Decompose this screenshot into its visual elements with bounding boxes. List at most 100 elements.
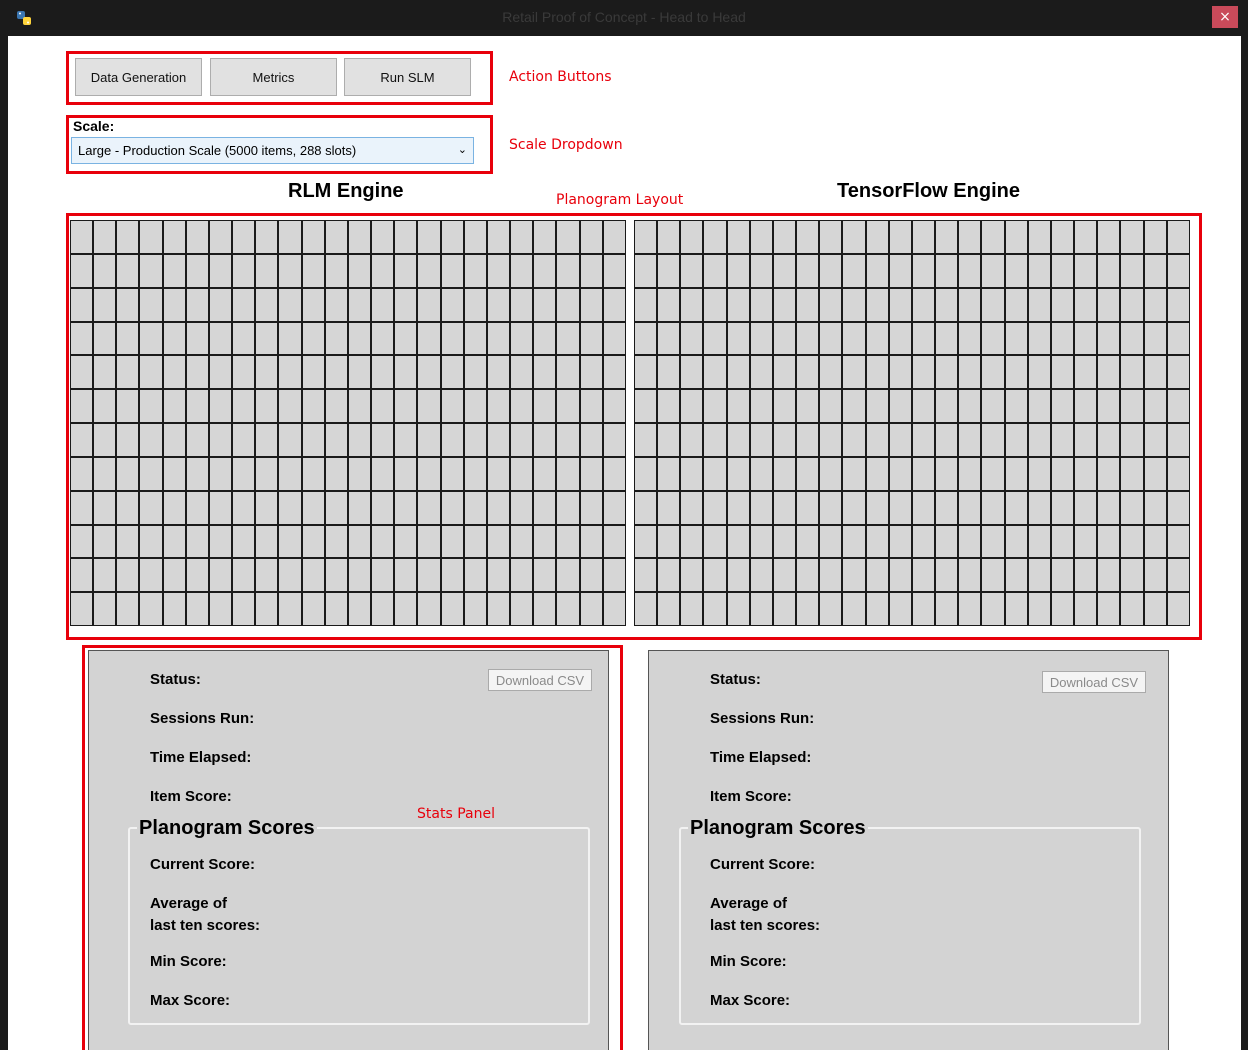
planogram-slot: [820, 593, 842, 625]
planogram-slot: [557, 424, 579, 456]
planogram-slot: [302, 390, 324, 422]
planogram-slot: [209, 525, 232, 558]
planogram-slot: [658, 593, 680, 625]
planogram-slot: [681, 593, 703, 625]
planogram-slot: [372, 424, 394, 456]
planogram-slot: [256, 525, 278, 558]
planogram-slot: [936, 525, 958, 558]
planogram-slot: [534, 525, 556, 558]
planogram-slot: [302, 356, 324, 389]
data-generation-button[interactable]: Data Generation: [75, 58, 202, 96]
planogram-slot: [635, 593, 657, 625]
planogram-slot: [534, 424, 556, 456]
planogram-slot: [635, 356, 657, 389]
download-csv-button[interactable]: Download CSV: [1042, 671, 1146, 693]
planogram-slot: [302, 457, 324, 490]
planogram-slot: [1121, 525, 1143, 558]
planogram-slot: [1028, 457, 1050, 490]
planogram-slot: [959, 390, 981, 422]
planogram-slot: [256, 254, 278, 287]
planogram-slot: [1075, 525, 1097, 558]
planogram-slot: [635, 525, 657, 558]
planogram-slot: [750, 525, 772, 558]
planogram-slot: [820, 390, 842, 422]
planogram-slot: [372, 221, 394, 253]
planogram-slot: [773, 593, 796, 625]
planogram-slot: [843, 559, 865, 592]
planogram-slot: [1028, 221, 1050, 253]
planogram-slot: [163, 254, 185, 287]
planogram-slot: [372, 457, 394, 490]
chevron-down-icon: ⌄: [457, 144, 467, 156]
planogram-slot: [372, 322, 394, 355]
planogram-slot: [889, 457, 911, 490]
planogram-slot: [1144, 457, 1166, 490]
planogram-slot: [658, 322, 680, 355]
planogram-slot: [209, 457, 232, 490]
planogram-slot: [1144, 593, 1166, 625]
planogram-slot: [325, 322, 347, 355]
planogram-slot: [279, 457, 301, 490]
planogram-slot: [302, 424, 324, 456]
planogram-slot: [557, 525, 579, 558]
planogram-slot: [418, 356, 440, 389]
planogram-slot: [773, 525, 796, 558]
planogram-slot: [256, 593, 278, 625]
planogram-slot: [1144, 288, 1166, 321]
planogram-slot: [1098, 593, 1120, 625]
planogram-slot: [557, 491, 579, 524]
planogram-slot: [1098, 525, 1120, 558]
planogram-slot: [1167, 390, 1189, 422]
planogram-slot: [464, 221, 486, 253]
planogram-slot: [140, 221, 162, 253]
planogram-slot: [464, 457, 486, 490]
planogram-slot: [511, 457, 533, 490]
planogram-slot: [94, 424, 116, 456]
planogram-slot: [557, 356, 579, 389]
planogram-slot: [325, 254, 347, 287]
planogram-slot: [635, 390, 657, 422]
planogram-slot: [912, 390, 935, 422]
planogram-slot: [256, 322, 278, 355]
planogram-slot: [889, 288, 911, 321]
planogram-slot: [959, 254, 981, 287]
planogram-slot: [372, 491, 394, 524]
planogram-slot: [279, 356, 301, 389]
scale-selected-value: Large - Production Scale (5000 items, 28…: [78, 143, 357, 158]
close-button[interactable]: ×: [1212, 6, 1238, 28]
planogram-slot: [797, 356, 819, 389]
planogram-slot: [487, 559, 510, 592]
planogram-slot: [580, 559, 602, 592]
planogram-slot: [117, 254, 139, 287]
planogram-slot: [1144, 322, 1166, 355]
planogram-slot: [1098, 221, 1120, 253]
planogram-slot: [681, 356, 703, 389]
planogram-slot: [302, 559, 324, 592]
planogram-slot: [209, 559, 232, 592]
planogram-slot: [94, 221, 116, 253]
planogram-slot: [233, 221, 255, 253]
planogram-slot: [750, 356, 772, 389]
planogram-slot: [704, 593, 726, 625]
planogram-slot: [797, 457, 819, 490]
scale-dropdown[interactable]: Large - Production Scale (5000 items, 28…: [71, 137, 474, 164]
run-slm-button[interactable]: Run SLM: [344, 58, 471, 96]
planogram-slot: [982, 322, 1004, 355]
metrics-button[interactable]: Metrics: [210, 58, 337, 96]
planogram-slot: [1028, 593, 1050, 625]
planogram-slot: [117, 390, 139, 422]
planogram-slot: [658, 390, 680, 422]
planogram-slot: [186, 221, 208, 253]
planogram-slot: [1098, 424, 1120, 456]
planogram-slot: [658, 457, 680, 490]
planogram-slot: [163, 221, 185, 253]
planogram-slot: [1075, 390, 1097, 422]
planogram-slot: [186, 322, 208, 355]
planogram-slot: [94, 254, 116, 287]
planogram-slot: [348, 424, 371, 456]
planogram-slot: [233, 559, 255, 592]
min-score-label: Min Score:: [710, 953, 787, 970]
planogram-slot: [348, 559, 371, 592]
planogram-slot: [773, 457, 796, 490]
planogram-slot: [912, 356, 935, 389]
